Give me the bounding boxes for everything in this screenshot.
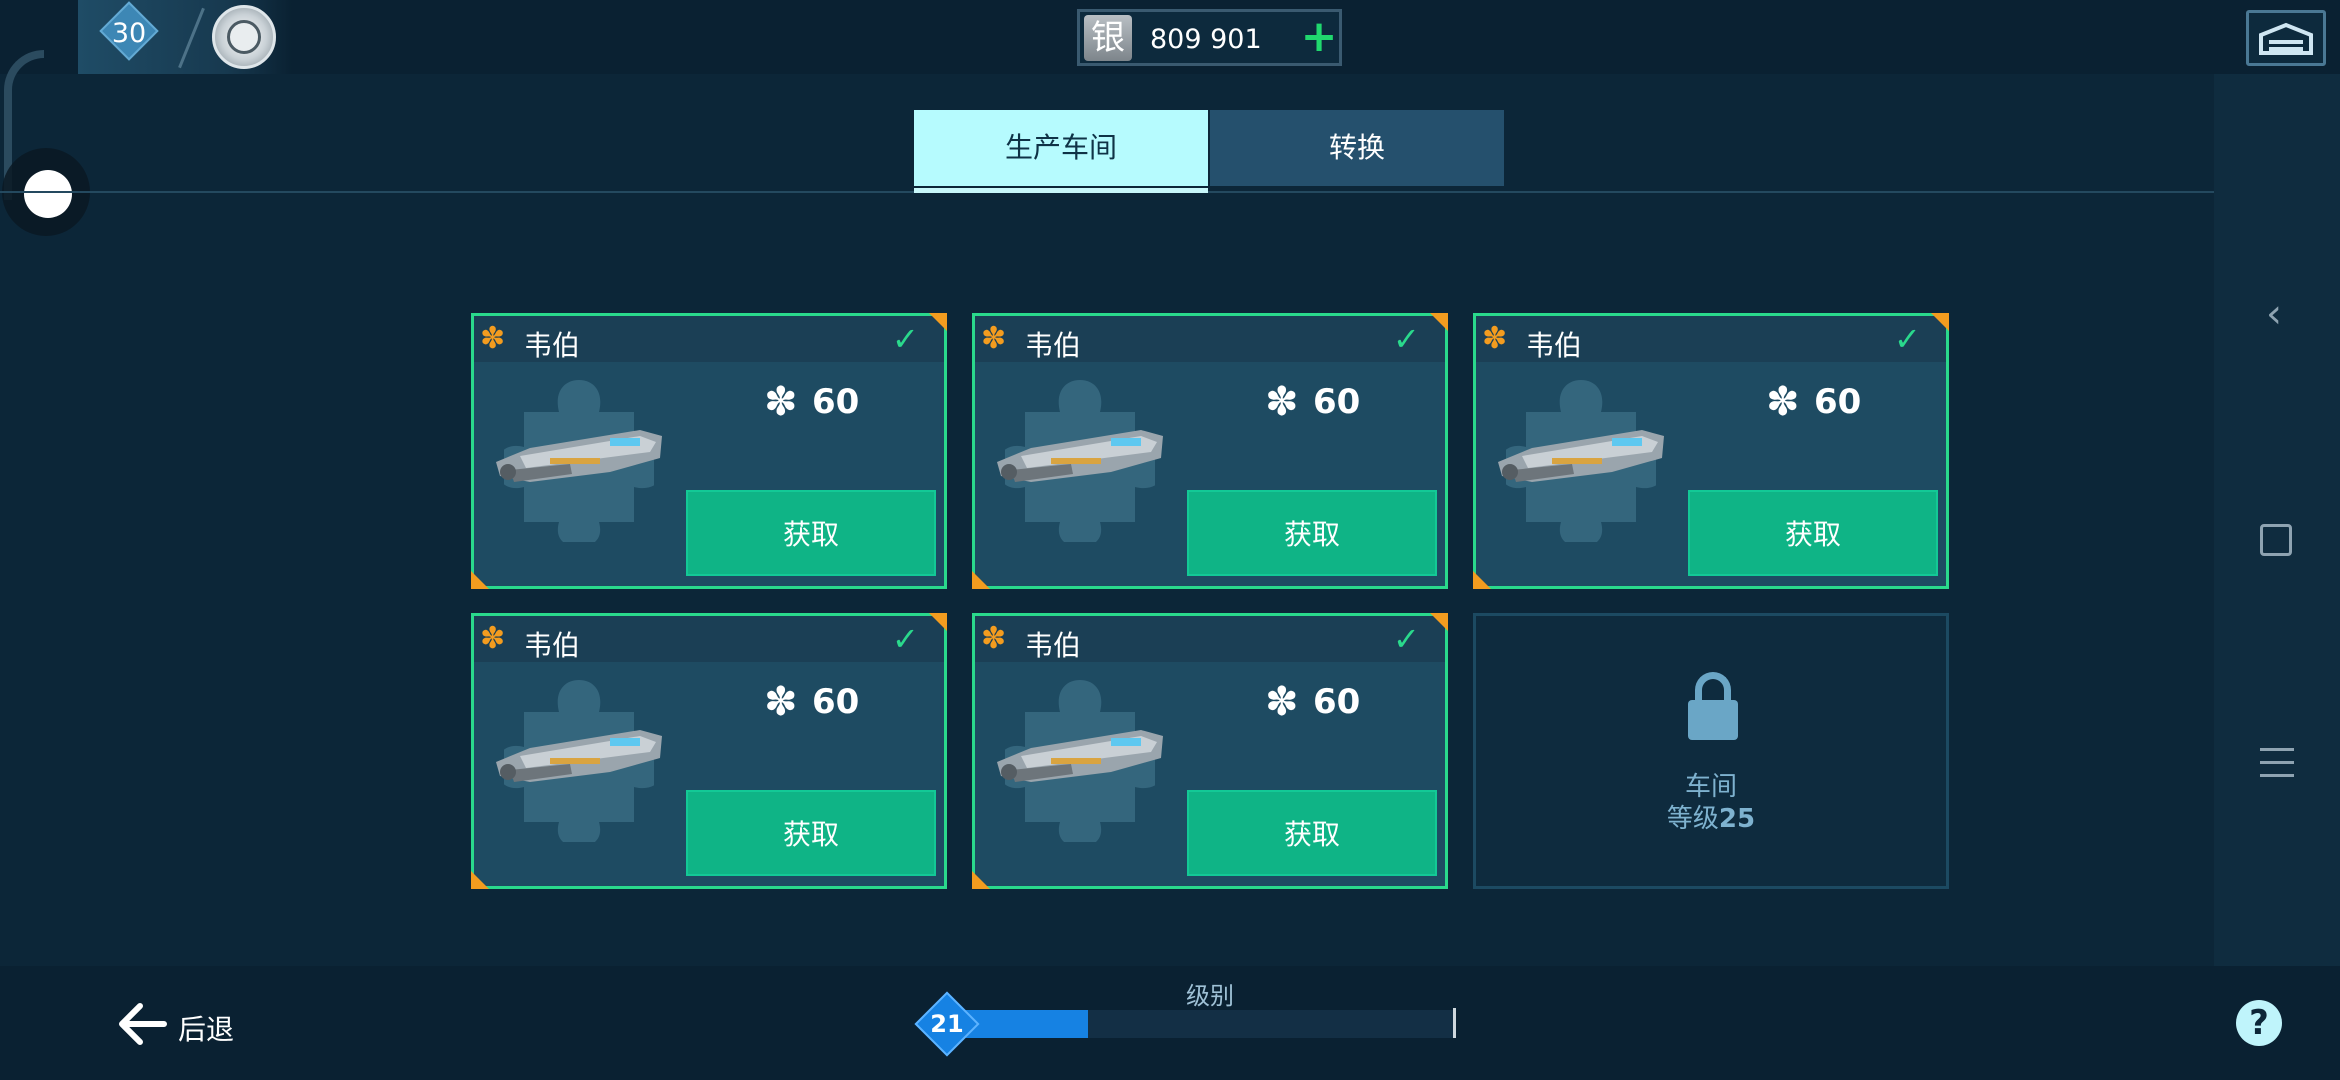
get-button[interactable]: 获取 [1187, 490, 1437, 576]
workshop-level-label: 级别 [1186, 982, 1234, 1010]
system-back-icon[interactable]: ‹ [2266, 294, 2296, 334]
locked-slot-requirement: 等级25 [1666, 804, 1756, 834]
card-cost: 60 [1814, 382, 1862, 422]
back-arrow-icon[interactable] [114, 996, 170, 1052]
check-icon: ✓ [1393, 620, 1420, 658]
blueprint-card[interactable]: ✽ 韦伯 ✓ ✽ 60 获取 [1473, 313, 1949, 589]
system-nav-bar [2214, 74, 2340, 966]
robot-weapon-image [490, 412, 666, 502]
active-tab-indicator [914, 188, 1208, 193]
lock-icon-body [1688, 700, 1738, 740]
puzzle-piece-icon: ✽ [981, 321, 1007, 356]
robot-weapon-image [490, 712, 666, 802]
blueprint-card[interactable]: ✽ 韦伯 ✓ ✽ 60 获取 [972, 613, 1448, 889]
corner-marker [929, 313, 947, 331]
check-icon: ✓ [1894, 320, 1921, 358]
puzzle-piece-icon: ✽ [480, 321, 506, 356]
player-level: 30 [111, 18, 147, 49]
hangar-button[interactable] [2246, 10, 2326, 66]
card-robot-name: 韦伯 [1025, 329, 1082, 362]
get-button[interactable]: 获取 [1688, 490, 1938, 576]
puzzle-cost-icon: ✽ [1766, 379, 1800, 425]
blueprint-card[interactable]: ✽ 韦伯 ✓ ✽ 60 获取 [471, 613, 947, 889]
card-robot-name: 韦伯 [1526, 329, 1583, 362]
corner-marker [1473, 571, 1491, 589]
back-button[interactable]: 后退 [178, 1008, 234, 1048]
silver-amount: 809 901 [1150, 24, 1262, 55]
get-button[interactable]: 获取 [686, 790, 936, 876]
card-robot-name: 韦伯 [524, 629, 581, 662]
puzzle-piece-icon: ✽ [1482, 321, 1508, 356]
card-cost: 60 [1313, 682, 1361, 722]
blueprint-card[interactable]: ✽ 韦伯 ✓ ✽ 60 获取 [471, 313, 947, 589]
check-icon: ✓ [892, 320, 919, 358]
locked-slot: 车间 等级25 [1473, 613, 1949, 889]
card-cost: 60 [1313, 382, 1361, 422]
get-button[interactable]: 获取 [686, 490, 936, 576]
workshop-level: 21 [930, 1010, 964, 1038]
puzzle-cost-icon: ✽ [1265, 379, 1299, 425]
corner-marker [929, 613, 947, 631]
add-currency-button[interactable]: + [1298, 15, 1340, 59]
level-progress-bar [946, 1010, 1454, 1038]
puzzle-piece-icon: ✽ [480, 621, 506, 656]
puzzle-cost-icon: ✽ [764, 679, 798, 725]
corner-marker [1430, 313, 1448, 331]
puzzle-cost-icon: ✽ [764, 379, 798, 425]
blueprint-card[interactable]: ✽ 韦伯 ✓ ✽ 60 获取 [972, 313, 1448, 589]
corner-marker [1430, 613, 1448, 631]
tab-production[interactable]: 生产车间 [914, 110, 1208, 186]
hangar-icon [2259, 22, 2313, 55]
card-robot-name: 韦伯 [524, 329, 581, 362]
corner-marker [972, 871, 990, 889]
system-menu-icon[interactable] [2260, 748, 2294, 780]
check-icon: ✓ [1393, 320, 1420, 358]
currency-display: 银 809 901 + [1077, 9, 1342, 66]
corner-marker [471, 571, 489, 589]
card-cost: 60 [812, 382, 860, 422]
card-cost: 60 [812, 682, 860, 722]
card-robot-name: 韦伯 [1025, 629, 1082, 662]
help-button[interactable]: ? [2236, 1000, 2282, 1046]
clan-emblem-icon[interactable] [212, 5, 276, 69]
robot-weapon-image [991, 412, 1167, 502]
corner-marker [471, 871, 489, 889]
puzzle-cost-icon: ✽ [1265, 679, 1299, 725]
robot-weapon-image [1492, 412, 1668, 502]
robot-weapon-image [991, 712, 1167, 802]
check-icon: ✓ [892, 620, 919, 658]
level-progress-end [1453, 1008, 1456, 1038]
get-button[interactable]: 获取 [1187, 790, 1437, 876]
puzzle-piece-icon: ✽ [981, 621, 1007, 656]
tab-convert[interactable]: 转换 [1210, 110, 1504, 186]
corner-marker [972, 571, 990, 589]
system-home-icon[interactable] [2260, 524, 2292, 556]
silver-icon: 银 [1084, 15, 1132, 61]
corner-marker [1931, 313, 1949, 331]
